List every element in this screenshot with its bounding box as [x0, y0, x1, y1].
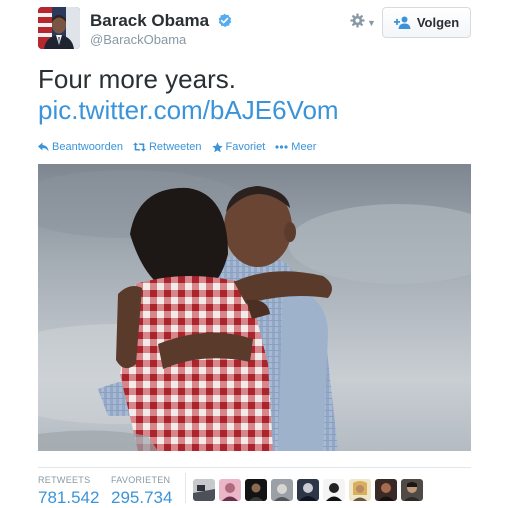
tweet-text: Four more years.	[38, 64, 236, 94]
reply-label: Beantwoorden	[52, 141, 123, 153]
retweet-action[interactable]: Retweeten	[132, 141, 202, 153]
favorited-by-avatars	[193, 479, 427, 501]
reply-action[interactable]: Beantwoorden	[38, 141, 123, 153]
follow-button[interactable]: Volgen	[382, 7, 471, 38]
favoriter-avatar[interactable]	[323, 479, 345, 501]
retweets-count[interactable]: 781.542	[38, 488, 99, 508]
favoriter-avatar[interactable]	[375, 479, 397, 501]
favorite-label: Favoriet	[225, 141, 266, 153]
user-name-text[interactable]: Barack Obama	[90, 11, 209, 30]
favoriter-avatar[interactable]	[401, 479, 423, 501]
add-user-icon	[393, 16, 411, 29]
favoriter-avatar[interactable]	[193, 479, 215, 501]
tweet-card: Barack Obama @BarackObama ▼ Volgen Four …	[0, 0, 510, 508]
user-actions-dropdown[interactable]: ▼	[350, 13, 378, 33]
stats-divider	[38, 467, 471, 468]
retweets-label: RETWEETS	[38, 475, 91, 485]
user-avatar[interactable]	[38, 7, 80, 49]
tweet-media-link[interactable]: pic.twitter.com/bAJE6Vom	[38, 95, 339, 125]
user-display-name[interactable]: Barack Obama	[90, 11, 232, 31]
tweet-actions: Beantwoorden Retweeten Favoriet Meer	[38, 139, 326, 155]
gear-icon	[350, 13, 365, 33]
reply-icon	[38, 142, 49, 152]
user-handle[interactable]: @BarackObama	[90, 32, 186, 47]
favoriter-avatar[interactable]	[349, 479, 371, 501]
retweet-label: Retweeten	[148, 141, 202, 153]
retweets-stat[interactable]: RETWEETS 781.542	[38, 475, 99, 508]
favoriter-avatar[interactable]	[245, 479, 267, 501]
favoriter-avatar[interactable]	[297, 479, 319, 501]
favorites-count[interactable]: 295.734	[111, 488, 172, 508]
more-action[interactable]: Meer	[275, 141, 316, 153]
favoriter-avatar[interactable]	[219, 479, 241, 501]
favorite-action[interactable]: Favoriet	[211, 141, 266, 153]
verified-badge-icon	[217, 13, 232, 28]
more-dots-icon	[275, 145, 288, 149]
chevron-down-icon: ▼	[367, 18, 376, 28]
more-label: Meer	[291, 141, 317, 153]
favorites-stat[interactable]: FAVORIETEN 295.734	[111, 475, 172, 508]
follow-button-label: Volgen	[416, 15, 460, 30]
stats-separator	[185, 473, 186, 503]
favoriter-avatar[interactable]	[271, 479, 293, 501]
retweet-icon	[132, 142, 146, 152]
favorites-label: FAVORIETEN	[111, 475, 171, 485]
tweet-photo[interactable]	[38, 164, 471, 451]
star-icon	[211, 141, 223, 153]
